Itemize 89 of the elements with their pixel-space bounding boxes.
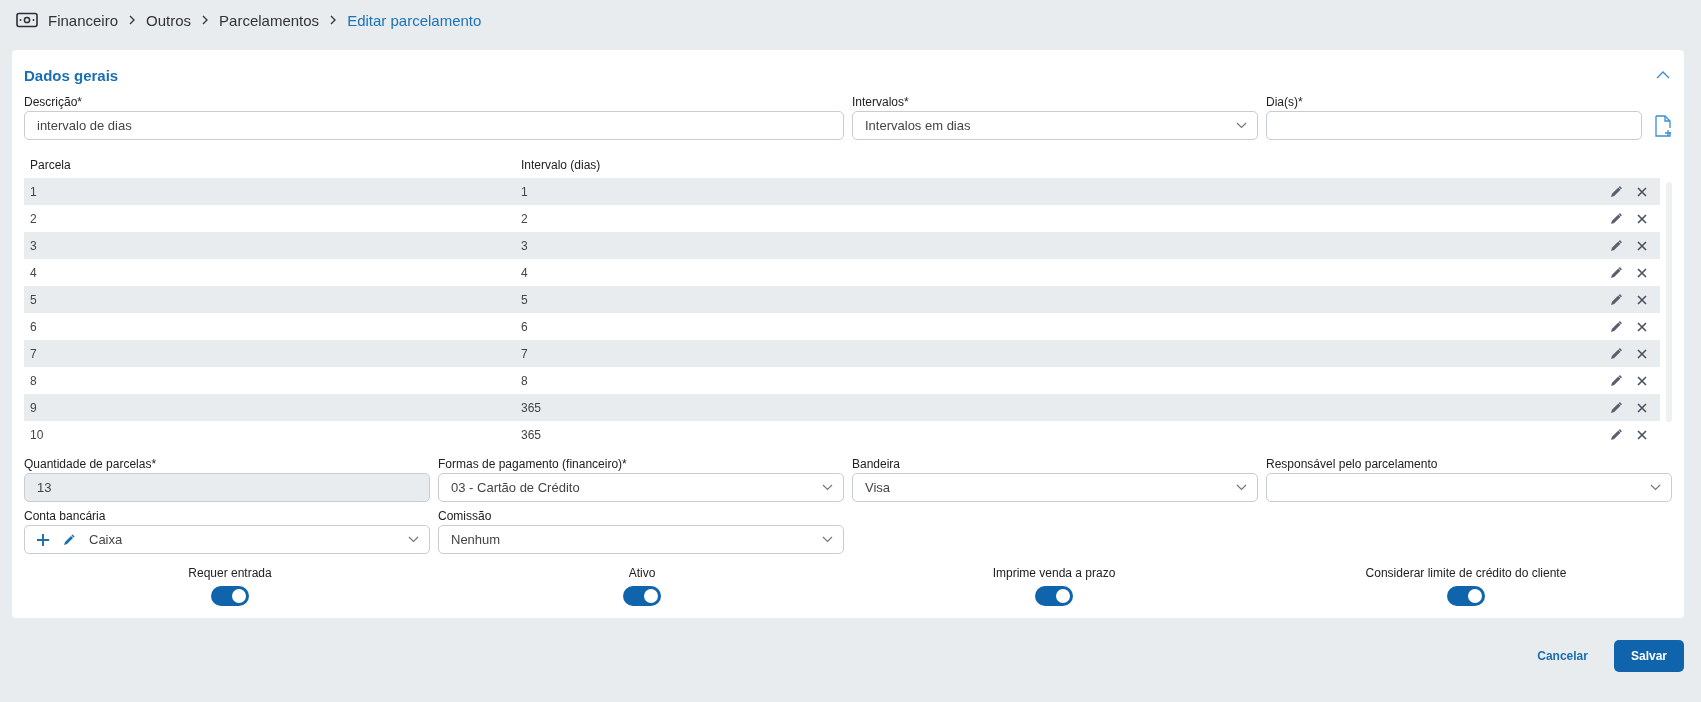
close-icon[interactable] [1636, 374, 1648, 387]
pencil-icon[interactable] [1610, 401, 1622, 414]
table-cell-text: 10 [29, 427, 45, 442]
input-field: 13 [24, 473, 430, 502]
add-file-icon[interactable] [1654, 114, 1672, 137]
column-header: Parcela [29, 158, 72, 172]
field-label: Responsável pelo parcelamento [1266, 456, 1439, 473]
breadcrumb-link[interactable]: Parcelamentos [219, 11, 320, 29]
input-field[interactable] [1266, 111, 1642, 140]
pencil-icon[interactable] [1610, 266, 1622, 279]
select-field[interactable] [1266, 473, 1672, 502]
column-header: Intervalo (dias) [520, 158, 602, 172]
dropdown-chevron-icon[interactable] [822, 536, 833, 543]
field-label: Intervalos* [852, 94, 910, 111]
select-field[interactable]: 03 - Cartão de Crédito [438, 473, 844, 502]
close-icon[interactable] [1636, 239, 1648, 252]
pencil-icon[interactable] [63, 533, 75, 546]
field-label: Formas de pagamento (financeiro)* [438, 456, 628, 473]
close-icon[interactable] [1636, 293, 1648, 306]
toggle-label: Imprime venda a prazo [992, 566, 1116, 580]
dropdown-chevron-icon[interactable] [1236, 484, 1247, 491]
field-label: Quantidade de parcelas* [24, 456, 158, 473]
section-title: Dados gerais [24, 66, 119, 84]
select-field[interactable]: Caixa [24, 525, 430, 554]
toggle-switch[interactable] [211, 586, 249, 606]
close-icon[interactable] [1636, 320, 1648, 333]
pencil-icon[interactable] [1610, 185, 1622, 198]
pencil-icon[interactable] [1610, 347, 1622, 360]
table-cell-text: 3 [29, 238, 38, 253]
table-cell-text: 7 [29, 346, 38, 361]
table-cell-text: 5 [520, 292, 529, 307]
field-label: Dia(s)* [1266, 94, 1304, 111]
toggle-label: Considerar limite de crédito do cliente [1365, 566, 1567, 580]
close-icon[interactable] [1636, 212, 1648, 225]
table-cell-text: 9 [29, 400, 38, 415]
cancel-button[interactable]: Cancelar [1537, 649, 1588, 663]
breadcrumb-link[interactable]: Outros [146, 11, 192, 29]
save-button[interactable]: Salvar [1613, 640, 1684, 672]
table-cell-text: 2 [29, 211, 38, 226]
table-cell-text: 8 [520, 373, 529, 388]
table-cell-text: 365 [520, 400, 543, 415]
banknote-icon [16, 12, 38, 28]
close-icon[interactable] [1636, 266, 1648, 279]
toggle-label: Ativo [628, 566, 656, 580]
close-icon[interactable] [1636, 347, 1648, 360]
chevron-right-icon [128, 15, 137, 25]
select-field[interactable]: Visa [852, 473, 1258, 502]
toggle-switch[interactable] [1447, 586, 1485, 606]
field-label: Conta bancária [24, 508, 107, 525]
pencil-icon[interactable] [1610, 212, 1622, 225]
pencil-icon[interactable] [1610, 293, 1622, 306]
close-icon[interactable] [1636, 401, 1648, 414]
pencil-icon[interactable] [1610, 374, 1622, 387]
field-label: Comissão [438, 508, 493, 525]
table-cell-text: 7 [520, 346, 529, 361]
dropdown-chevron-icon[interactable] [1650, 484, 1661, 491]
dropdown-chevron-icon[interactable] [408, 536, 419, 543]
field-label: Bandeira [852, 456, 902, 473]
close-icon[interactable] [1636, 185, 1648, 198]
breadcrumb-current: Editar parcelamento [347, 11, 482, 29]
pencil-icon[interactable] [1610, 239, 1622, 252]
table-cell-text: 5 [29, 292, 38, 307]
table-cell-text: 8 [29, 373, 38, 388]
select-field[interactable]: Nenhum [438, 525, 844, 554]
toggle-switch[interactable] [1035, 586, 1073, 606]
chevron-right-icon [329, 15, 338, 25]
table-cell-text: 3 [520, 238, 529, 253]
chevron-right-icon [201, 15, 210, 25]
close-icon[interactable] [1636, 428, 1648, 441]
plus-icon[interactable] [37, 533, 49, 546]
table-cell-text: 2 [520, 211, 529, 226]
chevron-up-icon[interactable] [1656, 71, 1670, 79]
table-cell-text: 6 [29, 319, 38, 334]
select-field[interactable]: Intervalos em dias [852, 111, 1258, 140]
table-cell-text: 365 [520, 427, 543, 442]
breadcrumb-link[interactable]: Financeiro [48, 11, 119, 29]
toggle-label: Requer entrada [188, 566, 272, 580]
field-label: Descrição* [24, 94, 84, 111]
toggle-switch[interactable] [623, 586, 661, 606]
table-cell-text: 4 [29, 265, 38, 280]
input-field[interactable]: intervalo de dias [24, 111, 844, 140]
table-cell-text: 6 [520, 319, 529, 334]
table-cell-text: 1 [29, 184, 38, 199]
dropdown-chevron-icon[interactable] [822, 484, 833, 491]
table-cell-text: 4 [520, 265, 529, 280]
table-cell-text: 1 [520, 184, 529, 199]
pencil-icon[interactable] [1610, 428, 1622, 441]
dropdown-chevron-icon[interactable] [1236, 122, 1247, 129]
pencil-icon[interactable] [1610, 320, 1622, 333]
